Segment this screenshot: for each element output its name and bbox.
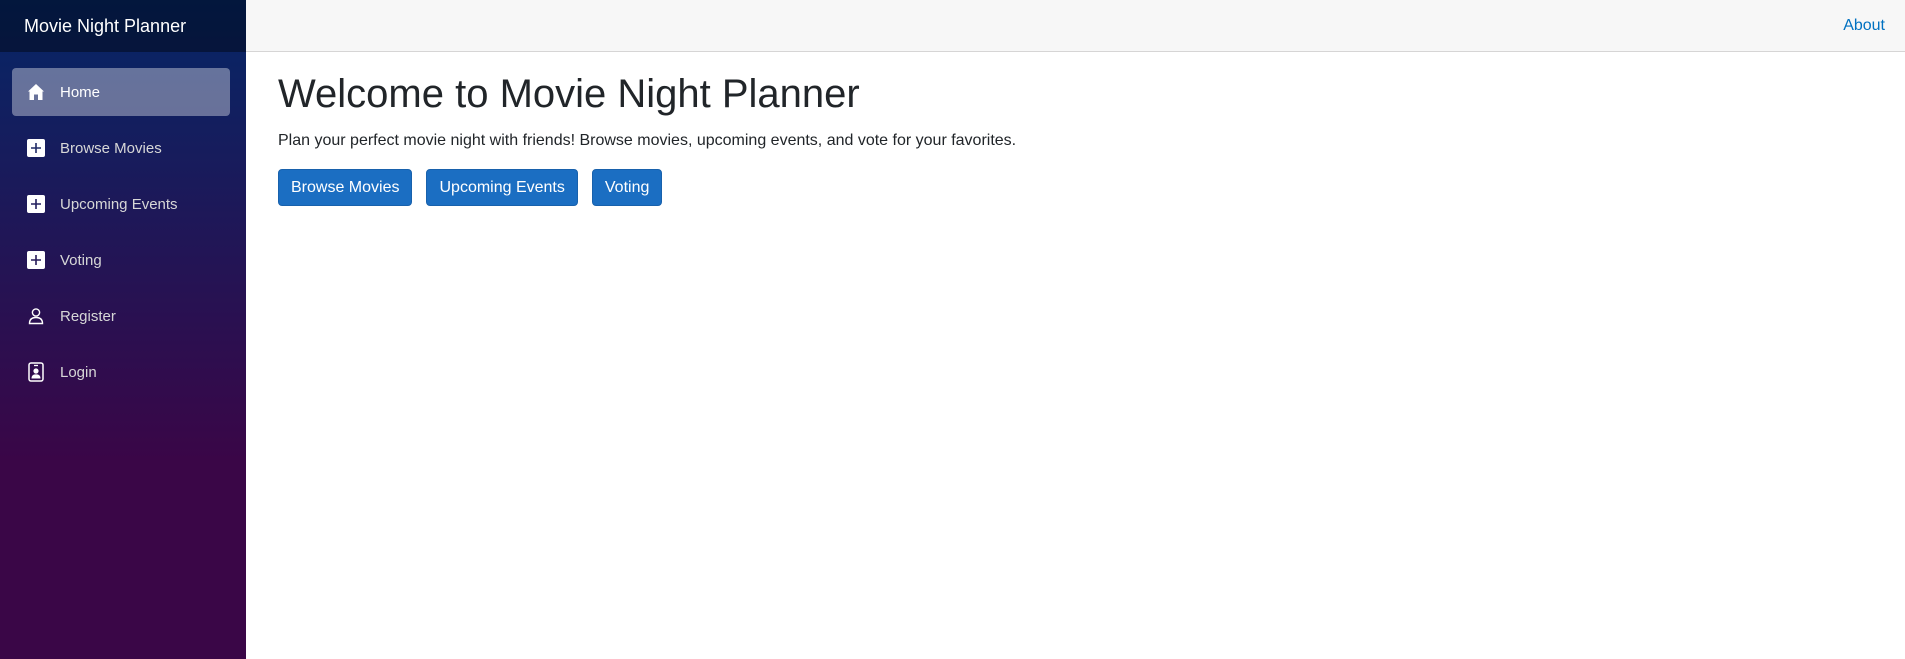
sidebar-item-label: Register xyxy=(60,307,116,325)
page-title: Welcome to Movie Night Planner xyxy=(278,72,860,116)
voting-button[interactable]: Voting xyxy=(591,169,663,207)
sidebar-item-label: Browse Movies xyxy=(60,139,162,157)
sidebar-nav: Home Browse Movies Upcoming Events Votin… xyxy=(0,52,246,396)
brand-title[interactable]: Movie Night Planner xyxy=(24,16,186,37)
sidebar-item-login[interactable]: Login xyxy=(12,348,230,396)
top-row: About xyxy=(246,0,1905,52)
intro-text: Plan your perfect movie night with frien… xyxy=(278,132,1017,149)
content: Welcome to Movie Night Planner Plan your… xyxy=(246,52,1905,224)
sidebar-item-browse-movies[interactable]: Browse Movies xyxy=(12,124,230,172)
main-area: About Welcome to Movie Night Planner Pla… xyxy=(246,0,1905,659)
home-icon xyxy=(26,82,46,102)
action-buttons: Browse Movies Upcoming Events Voting xyxy=(278,169,1873,207)
sidebar-item-register[interactable]: Register xyxy=(12,292,230,340)
upcoming-events-button[interactable]: Upcoming Events xyxy=(426,169,578,207)
sidebar-item-label: Login xyxy=(60,363,97,381)
brand-bar: Movie Night Planner xyxy=(0,0,246,52)
plus-square-icon xyxy=(26,194,46,214)
plus-square-icon xyxy=(26,138,46,158)
sidebar: Movie Night Planner Home Browse Movies U… xyxy=(0,0,246,659)
sidebar-item-label: Upcoming Events xyxy=(60,195,178,213)
sidebar-item-upcoming-events[interactable]: Upcoming Events xyxy=(12,180,230,228)
person-icon xyxy=(26,306,46,326)
sidebar-item-voting[interactable]: Voting xyxy=(12,236,230,284)
sidebar-item-label: Home xyxy=(60,83,101,101)
about-link[interactable]: About xyxy=(1843,17,1885,35)
person-badge-icon xyxy=(26,362,46,382)
browse-movies-button[interactable]: Browse Movies xyxy=(278,169,413,207)
plus-square-icon xyxy=(26,250,46,270)
sidebar-item-home[interactable]: Home xyxy=(12,68,230,116)
sidebar-item-label: Voting xyxy=(60,251,102,269)
app-root: Movie Night Planner Home Browse Movies U… xyxy=(0,0,1905,659)
